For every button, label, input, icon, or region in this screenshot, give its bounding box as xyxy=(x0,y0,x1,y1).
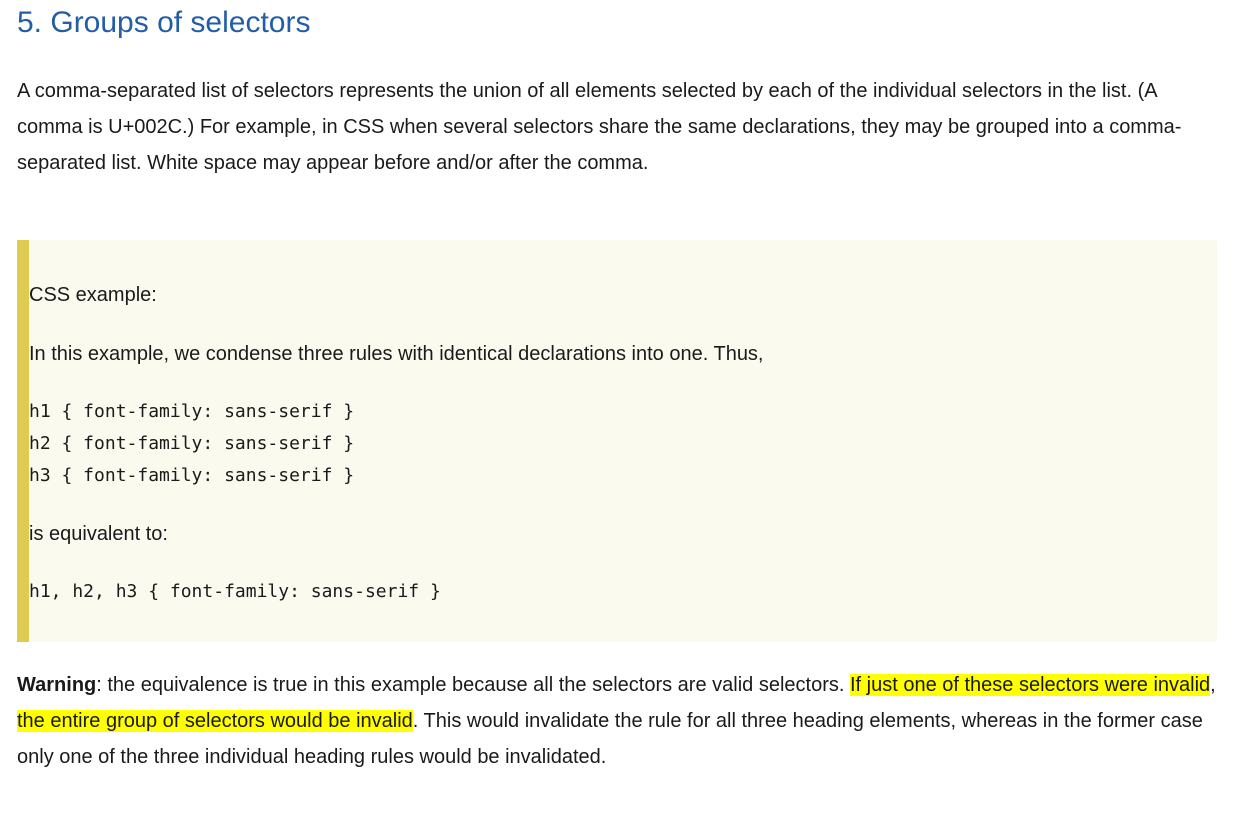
example-heading: CSS example: xyxy=(29,284,157,306)
warning-separator: , xyxy=(1210,674,1216,696)
highlight-entire-group-invalid: the entire group of selectors would be i… xyxy=(17,710,413,732)
warning-paragraph: Warning: the equivalence is true in this… xyxy=(17,667,1217,775)
example-description: In this example, we condense three rules… xyxy=(29,343,764,365)
section-title: 5. Groups of selectors xyxy=(17,6,311,39)
code-block-separate-rules: h1 { font-family: sans-serif } h2 { font… xyxy=(29,401,355,486)
intro-paragraph: A comma-separated list of selectors repr… xyxy=(17,80,1182,174)
code-block-grouped-rule: h1, h2, h3 { font-family: sans-serif } xyxy=(29,581,441,602)
equivalent-label: is equivalent to: xyxy=(29,523,168,545)
highlight-invalid-selector: If just one of these selectors were inva… xyxy=(849,674,1211,696)
warning-label: Warning xyxy=(17,674,97,696)
warning-text-start: : the equivalence is true in this exampl… xyxy=(96,674,850,696)
